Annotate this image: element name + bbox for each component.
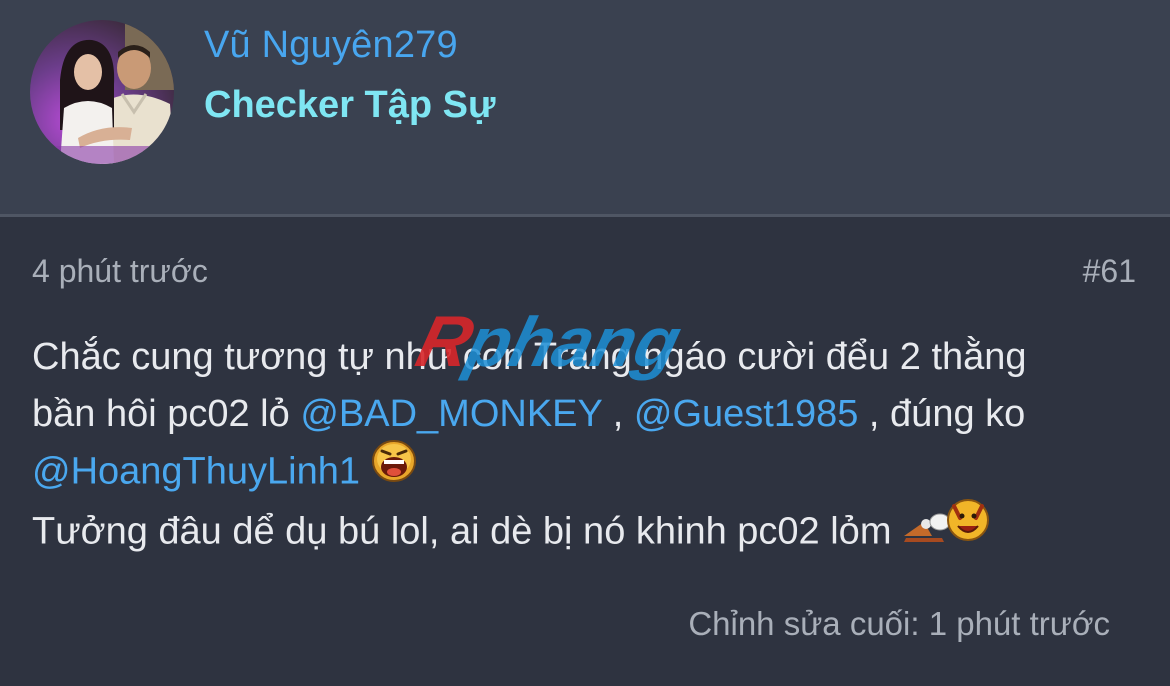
message-text: , đúng ko bbox=[858, 393, 1026, 435]
laughing-face-icon bbox=[371, 439, 417, 500]
message-text: , bbox=[602, 393, 634, 435]
message-text: Tưởng đâu dể dụ bú lol, ai dè bị nó khin… bbox=[32, 510, 892, 553]
message-line-1: Chắc cung tương tự như con Trang ngáo cư… bbox=[32, 336, 1027, 378]
post-timestamp[interactable]: 4 phút trước bbox=[32, 253, 208, 290]
post-body: 4 phút trước #61 Chắc cung tương tự như … bbox=[0, 217, 1170, 686]
mention-guest1985[interactable]: @Guest1985 bbox=[634, 393, 859, 435]
username-link[interactable]: Vũ Nguyên279 bbox=[204, 24, 458, 67]
message-line-2: bần hôi pc02 lỏ @BAD_MONKEY , @Guest1985… bbox=[32, 386, 1142, 443]
post-number-link[interactable]: #61 bbox=[1083, 253, 1136, 290]
message-line-4: Tưởng đâu dể dụ bú lol, ai dè bị nó khin… bbox=[32, 499, 1142, 557]
taunt-smiley-icon bbox=[902, 496, 992, 563]
user-rank-title: Checker Tập Sự bbox=[204, 84, 496, 126]
post-message: Chắc cung tương tự như con Trang ngáo cư… bbox=[32, 329, 1142, 557]
mention-bad-monkey[interactable]: @BAD_MONKEY bbox=[300, 393, 602, 435]
last-edited-note: Chỉnh sửa cuối: 1 phút trước bbox=[688, 605, 1110, 642]
user-header: Vũ Nguyên279 Checker Tập Sự bbox=[0, 0, 1170, 214]
post-page: Vũ Nguyên279 Checker Tập Sự 4 phút trước… bbox=[0, 0, 1170, 686]
mention-hoangthuylinh1[interactable]: @HoangThuyLinh1 bbox=[32, 451, 360, 493]
avatar[interactable] bbox=[30, 20, 174, 164]
message-text: bần hôi pc02 lỏ bbox=[32, 393, 301, 435]
message-line-3: @HoangThuyLinh1 bbox=[32, 440, 1142, 500]
